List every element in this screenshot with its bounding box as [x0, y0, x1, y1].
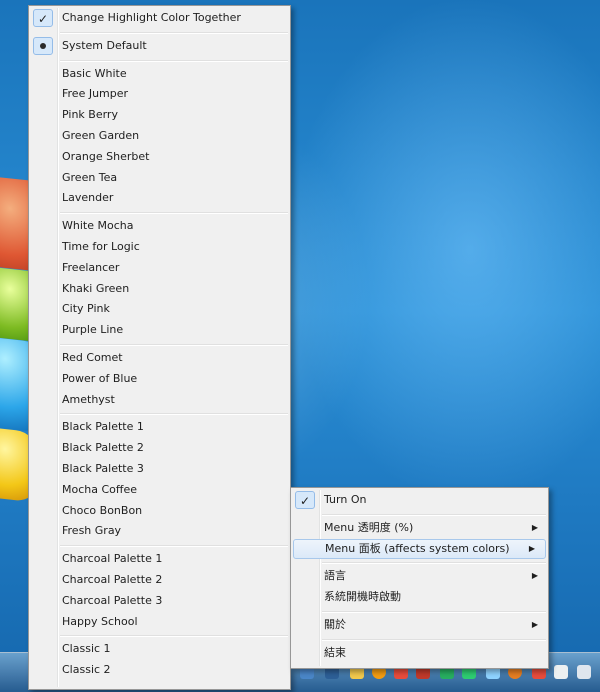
menu-item-theme[interactable]: Red Comet	[29, 348, 290, 369]
menu-item-theme[interactable]: Lavender	[29, 188, 290, 209]
checkmark-icon: ✓	[295, 491, 315, 509]
menu-item-label: Mocha Coffee	[62, 482, 138, 496]
menu-item-label: 關於	[324, 617, 346, 631]
menu-item-theme[interactable]: Orange Sherbet	[29, 147, 290, 168]
menu-item-label: Charcoal Palette 1	[62, 552, 163, 566]
menu-item-label: Charcoal Palette 2	[62, 572, 163, 586]
menu-item-theme[interactable]: Basic White	[29, 64, 290, 85]
volume-icon[interactable]	[554, 665, 568, 679]
menu-item-label: Purple Line	[62, 323, 124, 337]
submenu-arrow-icon: ▶	[531, 522, 538, 532]
menu-item-label: Black Palette 2	[62, 441, 144, 455]
menu-separator	[29, 57, 290, 64]
menu-item-label: Basic White	[62, 66, 127, 80]
menu-item-theme[interactable]: Charcoal Palette 2	[29, 570, 290, 591]
menu-item-label: Green Garden	[62, 128, 140, 142]
menu-item-label: Choco BonBon	[62, 503, 143, 517]
menu-separator	[29, 542, 290, 549]
menu-item-label: Turn On	[324, 493, 367, 506]
menu-item-label: Classic 2	[62, 663, 111, 677]
menu-item-label: Charcoal Palette 3	[62, 593, 163, 607]
menu-item-change-highlight[interactable]: ✓ Change Highlight Color Together	[29, 8, 290, 29]
menu-item-label: White Mocha	[62, 219, 134, 233]
menu-separator	[291, 636, 548, 643]
menu-item-theme[interactable]: Pink Berry	[29, 105, 290, 126]
menu-item-label: Classic 1	[62, 642, 111, 656]
menu-item-label: Black Palette 1	[62, 420, 144, 434]
menu-item-label: Orange Sherbet	[62, 149, 150, 163]
submenu-arrow-icon: ▶	[528, 543, 535, 553]
menu-item-theme[interactable]: Choco BonBon	[29, 501, 290, 522]
menu-separator	[29, 29, 290, 36]
menu-item-about[interactable]: 關於 ▶	[291, 615, 548, 636]
menu-item-label: Red Comet	[62, 350, 123, 364]
menu-item-label: Menu 面板 (affects system colors)	[325, 541, 510, 555]
menu-item-theme[interactable]: Happy School	[29, 612, 290, 633]
menu-item-label: Happy School	[62, 614, 138, 628]
radio-dot-icon	[33, 36, 53, 55]
menu-item-label: Menu 透明度 (%)	[324, 520, 414, 534]
menu-item-theme[interactable]: Black Palette 3	[29, 459, 290, 480]
menu-item-theme[interactable]: Amethyst	[29, 390, 290, 411]
checkmark-icon: ✓	[33, 9, 53, 27]
menu-item-theme[interactable]: Time for Logic	[29, 237, 290, 258]
menu-item-label: Khaki Green	[62, 281, 130, 295]
menu-item-theme[interactable]: Black Palette 1	[29, 417, 290, 438]
menu-separator	[291, 608, 548, 615]
color-theme-menu: ✓ Change Highlight Color Together System…	[28, 5, 291, 690]
menu-item-label: Amethyst	[62, 392, 115, 406]
menu-separator	[291, 511, 548, 518]
menu-separator	[29, 410, 290, 417]
menu-item-label: Power of Blue	[62, 371, 138, 385]
menu-separator	[29, 341, 290, 348]
menu-item-label: Black Palette 3	[62, 461, 144, 475]
menu-item-label: Green Tea	[62, 170, 118, 184]
menu-item-theme[interactable]: Black Palette 2	[29, 438, 290, 459]
menu-item-theme[interactable]: Classic 2	[29, 660, 290, 681]
menu-item-label: 系統開機時啟動	[324, 590, 401, 604]
menu-separator	[29, 632, 290, 639]
menu-item-transparency[interactable]: Menu 透明度 (%) ▶	[291, 518, 548, 539]
menu-group-highlight: ✓ Change Highlight Color Together	[29, 8, 290, 29]
menu-item-theme[interactable]: Green Tea	[29, 168, 290, 189]
menu-item-theme[interactable]: Purple Line	[29, 320, 290, 341]
menu-item-theme[interactable]: Charcoal Palette 1	[29, 549, 290, 570]
menu-item-theme[interactable]: Mocha Coffee	[29, 480, 290, 501]
menu-item-theme[interactable]: Freelancer	[29, 258, 290, 279]
menu-item-startup[interactable]: 系統開機時啟動	[291, 587, 548, 608]
menu-item-label: Pink Berry	[62, 108, 118, 122]
menu-separator	[29, 209, 290, 216]
menu-item-theme[interactable]: White Mocha	[29, 216, 290, 237]
menu-item-label: System Default	[62, 38, 147, 52]
menu-item-theme[interactable]: City Pink	[29, 299, 290, 320]
menu-item-label: Time for Logic	[62, 239, 140, 253]
menu-item-theme[interactable]: Khaki Green	[29, 279, 290, 300]
menu-item-turn-on[interactable]: ✓ Turn On	[291, 490, 548, 511]
tray-app-menu: ✓ Turn On Menu 透明度 (%) ▶ Menu 面板 (affect…	[290, 487, 549, 669]
menu-item-theme[interactable]: Free Jumper	[29, 84, 290, 105]
menu-item-theme[interactable]: Green Garden	[29, 126, 290, 147]
menu-item-label: Freelancer	[62, 260, 120, 274]
menu-item-theme[interactable]: Power of Blue	[29, 369, 290, 390]
submenu-arrow-icon: ▶	[531, 571, 538, 581]
menu-item-theme[interactable]: Charcoal Palette 3	[29, 591, 290, 612]
menu-item-label: Change Highlight Color Together	[62, 11, 241, 24]
menu-item-system-default[interactable]: System Default	[29, 36, 290, 57]
menu-item-label: 結束	[324, 645, 346, 659]
menu-item-label: City Pink	[62, 302, 110, 316]
menu-item-language[interactable]: 語言 ▶	[291, 566, 548, 587]
menu-item-label: Free Jumper	[62, 87, 129, 101]
menu-item-panel[interactable]: Menu 面板 (affects system colors) ▶	[293, 538, 546, 560]
network-icon[interactable]	[577, 665, 591, 679]
menu-item-label: Fresh Gray	[62, 524, 122, 538]
menu-item-theme[interactable]: Classic 1	[29, 639, 290, 660]
menu-item-label: Lavender	[62, 191, 114, 205]
menu-separator	[291, 559, 548, 566]
menu-item-exit[interactable]: 結束	[291, 643, 548, 664]
menu-item-label: 語言	[324, 569, 346, 583]
submenu-arrow-icon: ▶	[531, 619, 538, 629]
menu-item-theme[interactable]: Fresh Gray	[29, 521, 290, 542]
